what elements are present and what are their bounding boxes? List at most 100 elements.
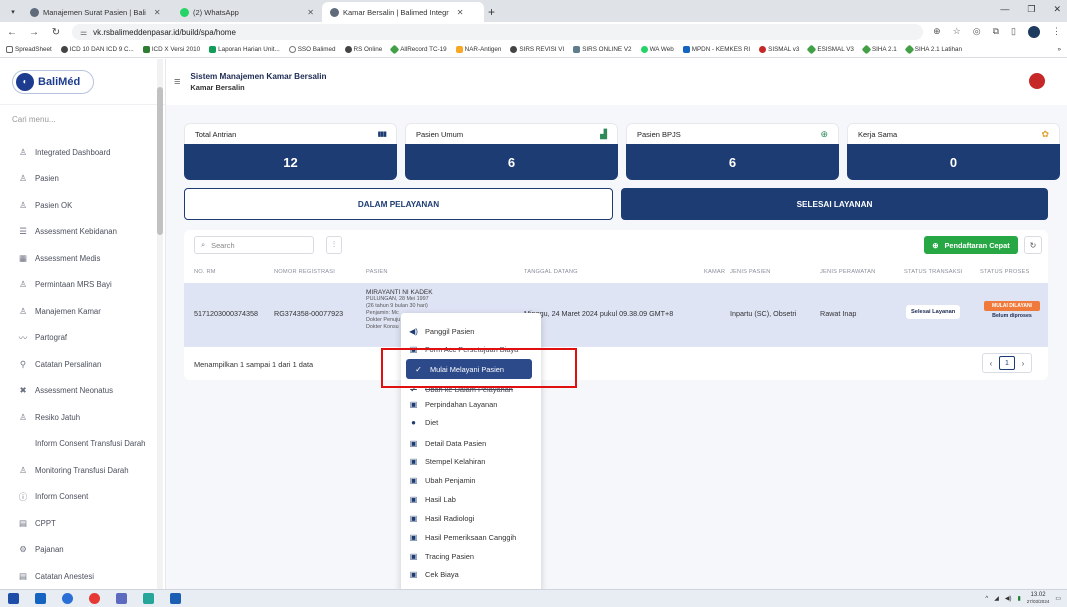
col-header-jenis-perawatan[interactable]: JENIS PERAWATAN	[820, 269, 875, 275]
bookmark-item[interactable]: SIHA 2.1 Latihan	[904, 44, 962, 55]
browser-tab-surat[interactable]: Manajemen Surat Pasien | Bali ✕	[22, 2, 172, 22]
bookmark-item[interactable]: NAR-Antigen	[455, 46, 501, 53]
person-icon[interactable]	[143, 593, 154, 604]
sidebar-item[interactable]: ▤ CPPT	[0, 510, 165, 537]
sidebar-item[interactable]: ☰ Assessment Kebidanan	[0, 219, 165, 246]
mulai-dilayani-badge[interactable]: MULAI DILAYANI	[984, 301, 1040, 311]
file-explorer-icon[interactable]	[35, 593, 46, 604]
col-header-pasien[interactable]: PASIEN	[366, 269, 388, 275]
col-header-jenis-pasien[interactable]: JENIS PASIEN	[730, 269, 771, 275]
tab-selesai-layanan[interactable]: SELESAI LAYANAN	[621, 188, 1048, 220]
chrome-icon[interactable]	[62, 593, 73, 604]
notification-icon[interactable]: ▭	[1055, 595, 1061, 602]
sidebar-item[interactable]: ♙ Manajemen Kamar	[0, 298, 165, 325]
col-header-tanggal[interactable]: TANGGAL DATANG	[524, 269, 578, 275]
browser-tab-whatsapp[interactable]: (2) WhatsApp ✕	[172, 2, 322, 22]
tray-app-icon[interactable]: ▮	[1017, 595, 1020, 602]
next-page-icon[interactable]: ›	[1015, 354, 1031, 372]
pendaftaran-cepat-button[interactable]: ⊕ Pendaftaran Cepat	[924, 236, 1018, 254]
page-number[interactable]: 1	[999, 356, 1015, 370]
context-menu-item[interactable]: ▣ Hasil Pemeriksaan Canggih	[401, 527, 541, 547]
network-icon[interactable]: ◢	[994, 595, 999, 602]
sidebar-item[interactable]: ♙ Pasien	[0, 166, 165, 193]
refresh-button[interactable]: ↻	[1024, 236, 1042, 254]
clock[interactable]: 13.02 27/03/2024	[1027, 592, 1050, 605]
bookmark-item[interactable]: SpreadSheet	[6, 46, 52, 53]
bookmark-item[interactable]: SIRS REVISI VI	[510, 46, 564, 53]
col-header-rm[interactable]: NO. RM	[194, 269, 216, 275]
status-proses[interactable]: MULAI DILAYANI Belum diproses	[984, 301, 1040, 319]
sidebar-item[interactable]: Inform Consent Transfusi Darah	[0, 431, 165, 458]
chrome-icon-2[interactable]	[89, 593, 100, 604]
sidebar-item[interactable]: ✖ Assessment Neonatus	[0, 378, 165, 405]
context-menu-item[interactable]: ◀) Panggil Pasien	[401, 321, 541, 341]
reload-icon[interactable]: ↻	[50, 27, 62, 38]
user-avatar[interactable]	[1029, 73, 1045, 89]
sidebar-item[interactable]: ⓘ Inform Consent	[0, 484, 165, 511]
table-row[interactable]: 5171203000374358 RG374358-00077923 MIRAY…	[184, 283, 1048, 347]
context-menu-item[interactable]: ▣ Detail Data Pasien	[401, 433, 541, 453]
col-header-status-proses[interactable]: STATUS PROSES	[980, 269, 1029, 275]
sidebar-item[interactable]: ♙ Pasien OK	[0, 192, 165, 219]
balimed-logo[interactable]: ◐ BaliMéd	[12, 69, 94, 94]
bookmark-item[interactable]: WA Web	[640, 46, 674, 53]
zoom-icon[interactable]: ⊕	[933, 26, 941, 38]
context-menu-item[interactable]: ▣ Hasil Radiologi	[401, 508, 541, 528]
bookmark-star-icon[interactable]: ☆	[953, 26, 961, 38]
bookmark-item[interactable]: SISMAL v3	[759, 46, 799, 53]
bookmark-item[interactable]: MPDN - KEMKES RI	[682, 46, 750, 53]
close-tab-icon[interactable]: ✕	[154, 8, 161, 17]
minimize-icon[interactable]: —	[1000, 4, 1009, 15]
sidebar-item[interactable]: ♙ Monitoring Transfusi Darah	[0, 457, 165, 484]
profile-avatar-icon[interactable]	[1028, 26, 1040, 38]
sidebar-item[interactable]: ♙ Integrated Dashboard	[0, 139, 165, 166]
bookmark-item[interactable]: Laporan Harian Unit...	[209, 46, 280, 53]
sidebar-item[interactable]: ♙ Resiko Jatuh	[0, 404, 165, 431]
bookmark-item[interactable]: ESISMAL V3	[806, 44, 854, 55]
col-header-registrasi[interactable]: NOMOR REGISTRASI	[274, 269, 335, 275]
sidebar-item[interactable]: 〰 Partograf	[0, 325, 165, 352]
tray-chevron-icon[interactable]: ^	[985, 596, 988, 602]
kebab-menu-icon[interactable]: ⋮	[1052, 26, 1061, 38]
close-tab-icon[interactable]: ✕	[307, 8, 314, 17]
bookmark-item[interactable]: RS Online	[344, 46, 382, 53]
tab-dalam-pelayanan[interactable]: DALAM PELAYANAN	[184, 188, 613, 220]
bookmark-item[interactable]: SIRS ONLINE V2	[573, 46, 632, 53]
menu-search-input[interactable]: Cari menu...	[8, 115, 157, 131]
volume-icon[interactable]: ◀)	[1005, 595, 1012, 602]
table-search-input[interactable]: ⌕ Search	[194, 236, 314, 254]
browser-tab-kamar-bersalin[interactable]: Kamar Bersalin | Balimed Integr ✕	[322, 2, 484, 22]
sidebar-scrollbar[interactable]	[157, 59, 163, 589]
sidebar-item[interactable]: ⚙ Pajanan	[0, 537, 165, 564]
filter-button[interactable]: ⫶	[326, 236, 342, 254]
hamburger-menu-icon[interactable]: ≡	[174, 76, 180, 88]
tab-search-icon[interactable]: ▾	[4, 2, 22, 22]
sidebar-scrollbar-thumb[interactable]	[157, 87, 163, 235]
bookmark-item[interactable]: ICD 10 DAN ICD 9 C...	[60, 46, 134, 53]
forward-icon[interactable]: →	[28, 27, 40, 38]
url-field[interactable]: ⚌ vk.rsbalimeddenpasar.id/build/spa/home	[72, 24, 924, 40]
context-menu-item[interactable]: ▣ Stempel Kelahiran	[401, 451, 541, 471]
sidepanel-icon[interactable]: ▯	[1011, 26, 1016, 38]
context-menu-item[interactable]: ▣ Tracing Pasien	[401, 546, 541, 566]
extensions-puzzle-icon[interactable]: ⧉	[993, 26, 999, 38]
sidebar-item[interactable]: ▤ Catatan Anestesi	[0, 563, 165, 590]
extension-icon[interactable]: ◎	[973, 26, 981, 38]
context-menu-item[interactable]: ▣ Cek Biaya	[401, 564, 541, 584]
bookmark-item[interactable]: AllRecord TC-19	[389, 44, 447, 55]
bookmarks-overflow-icon[interactable]: »	[1057, 46, 1061, 53]
context-menu-item[interactable]: ▣ Perpindahan Layanan	[401, 394, 541, 414]
app-icon[interactable]	[116, 593, 127, 604]
site-info-icon[interactable]: ⚌	[80, 28, 87, 37]
bookmark-item[interactable]: SIHA 2.1	[861, 44, 897, 55]
close-tab-icon[interactable]: ✕	[457, 8, 464, 17]
col-header-kamar[interactable]: KAMAR	[704, 269, 725, 275]
sidebar-item[interactable]: ▦ Assessment Medis	[0, 245, 165, 272]
word-icon[interactable]	[170, 593, 181, 604]
bookmark-item[interactable]: ICD X Versi 2010	[142, 46, 200, 53]
windows-start-icon[interactable]	[8, 593, 19, 604]
new-tab-icon[interactable]: +	[488, 2, 495, 22]
prev-page-icon[interactable]: ‹	[983, 354, 999, 372]
context-menu-item[interactable]: ▣ Hasil Lab	[401, 489, 541, 509]
bookmark-item[interactable]: SSO Balimed	[288, 46, 336, 53]
